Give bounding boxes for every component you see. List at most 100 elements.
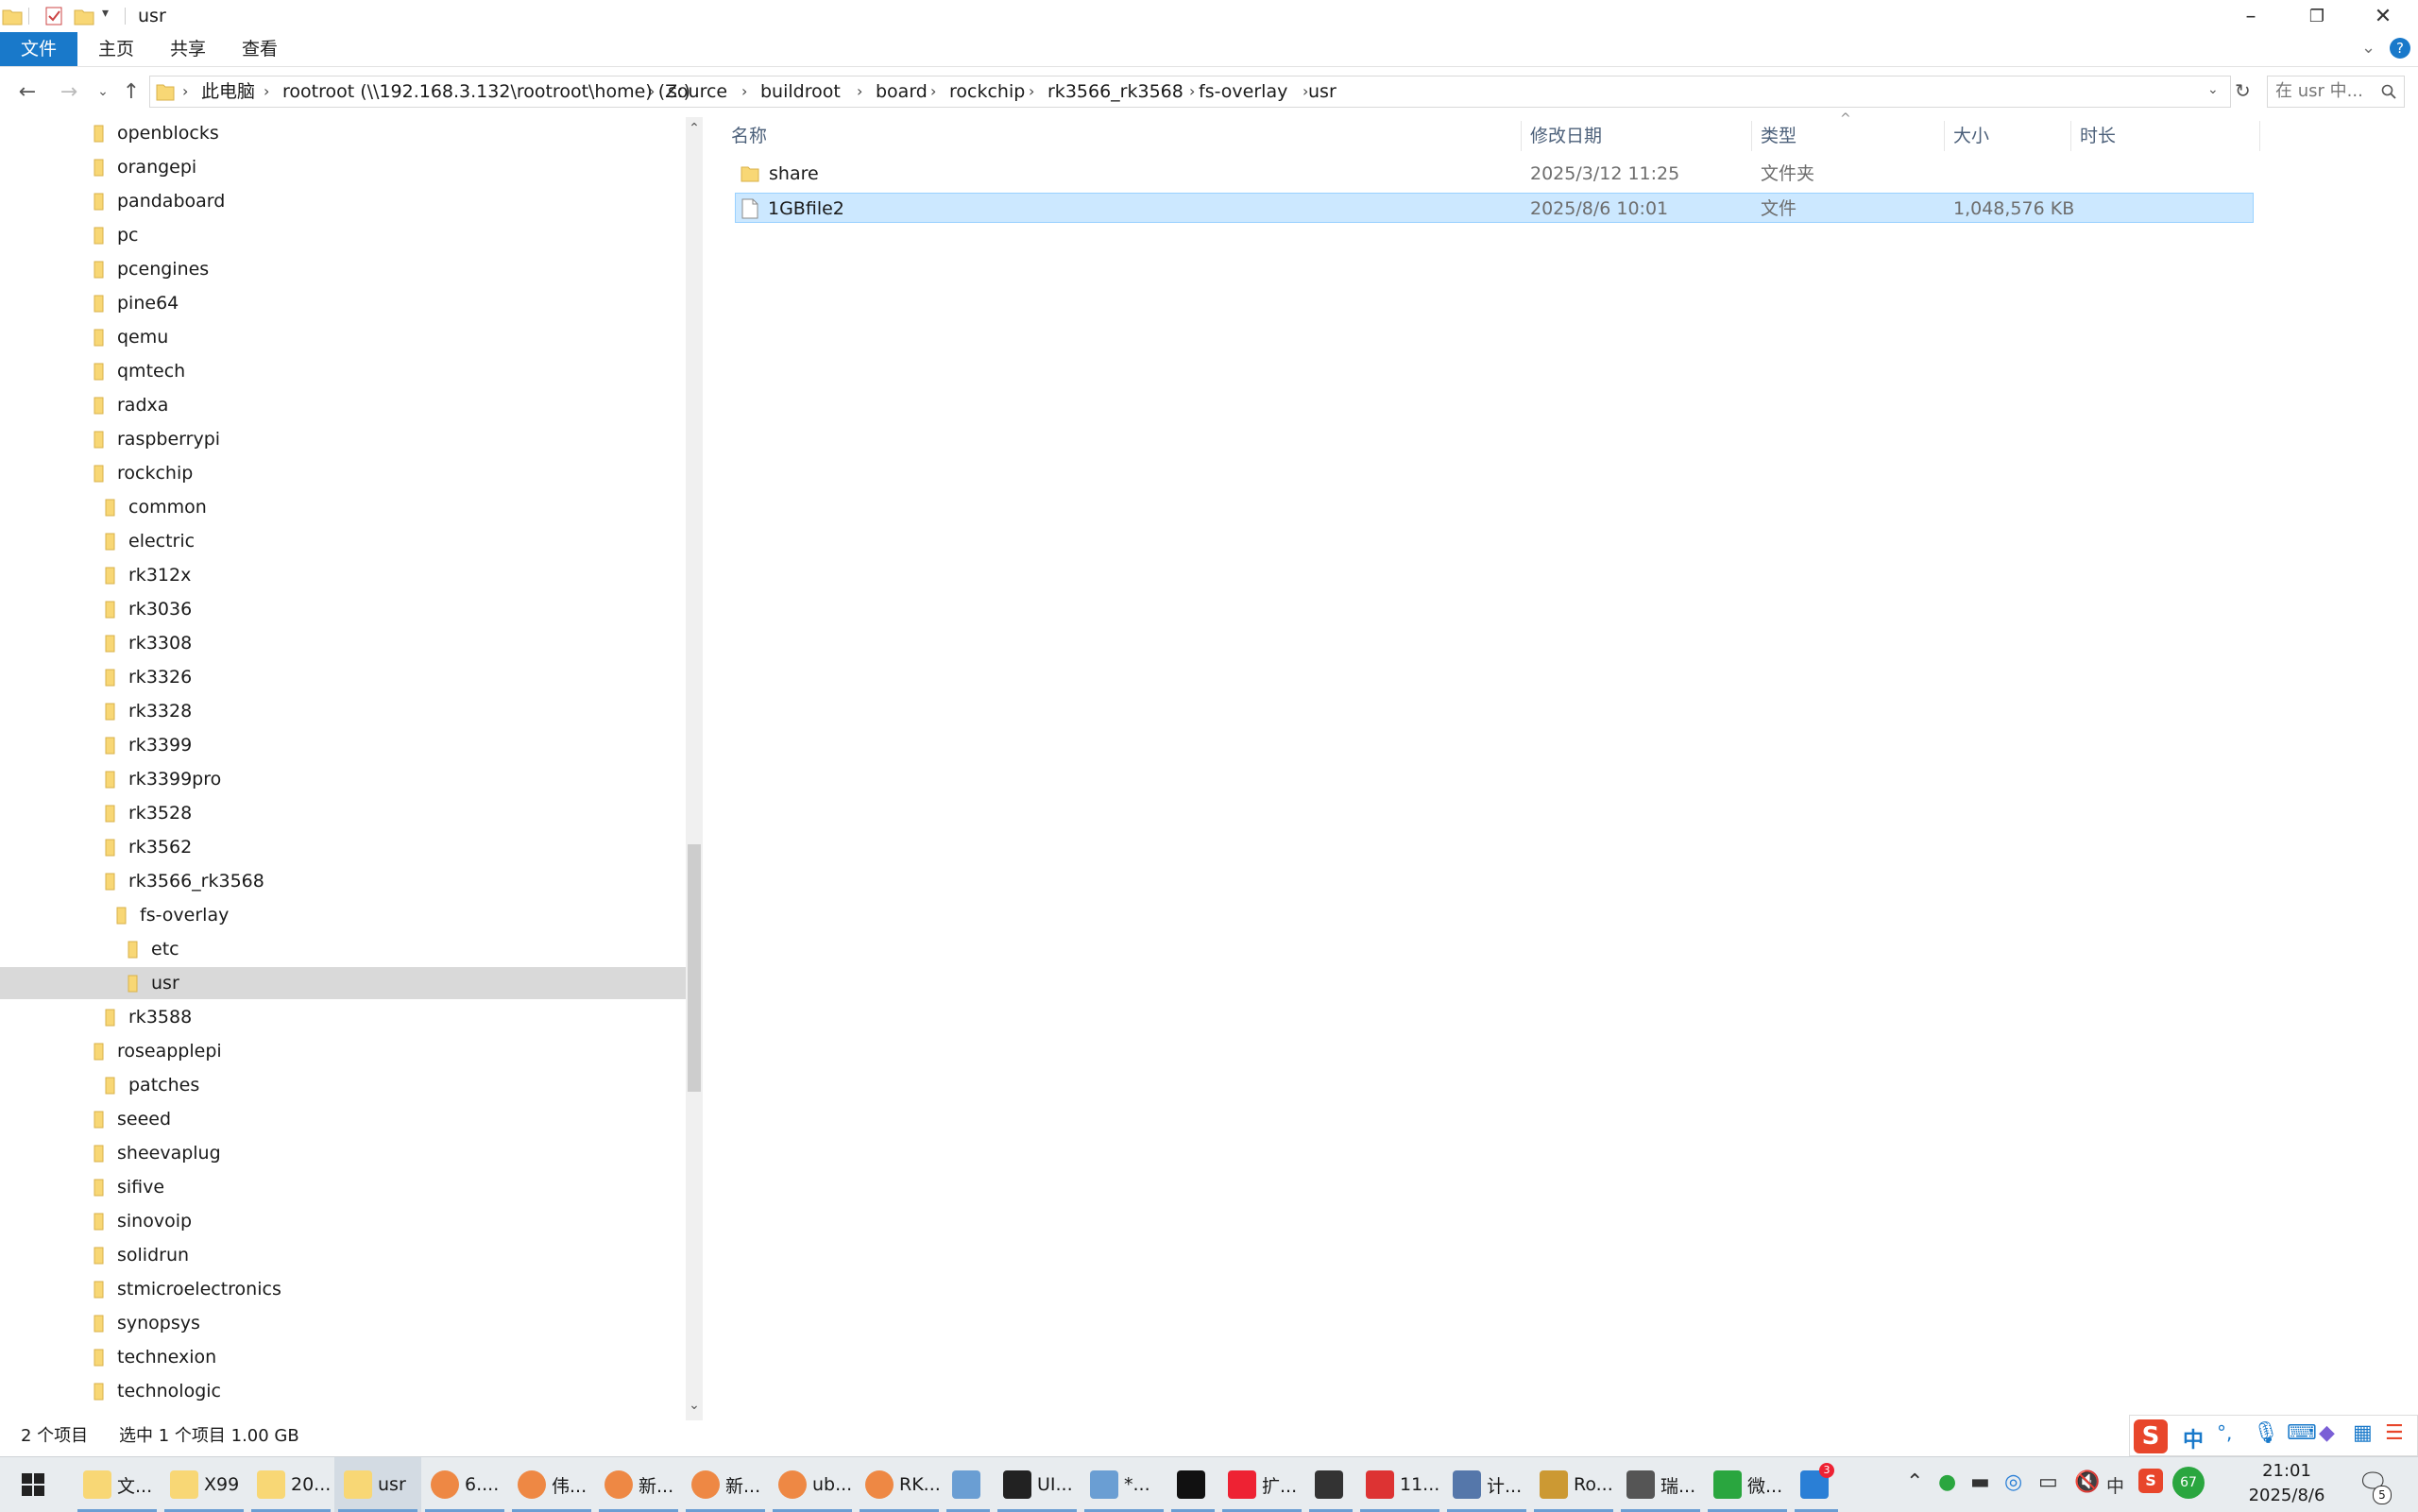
input-language-icon[interactable]: 中 [2106,1472,2124,1498]
usb-icon[interactable]: ▬ [1970,1470,1990,1494]
nav-tree-item[interactable]: orangepi [0,151,686,183]
scrollbar-thumb[interactable] [688,844,701,1092]
nav-tree-item[interactable]: rk3528 [0,797,686,829]
nav-tree-item[interactable]: rk3399 [0,729,686,761]
properties-icon[interactable] [43,6,64,26]
tab-view[interactable]: 查看 [230,32,289,66]
taskbar-app-18[interactable]: Ro... [1530,1457,1617,1512]
network-icon[interactable]: ▭ [2038,1470,2058,1494]
column-header-type[interactable]: 类型 [1753,117,1950,155]
column-header-name[interactable]: 名称 [724,117,1515,155]
ime-mode[interactable]: 中 [2183,1423,2204,1453]
nav-tree-item[interactable]: pine64 [0,287,686,319]
search-icon[interactable] [2381,84,2396,99]
sogou-logo-icon[interactable]: S [2134,1419,2168,1453]
nav-tree-item[interactable]: raspberrypi [0,423,686,455]
taskbar-app-17[interactable]: 计... [1443,1457,1530,1512]
up-button[interactable]: ↑ [117,77,145,106]
nav-tree-item[interactable]: sheevaplug [0,1137,686,1169]
column-header-size[interactable]: 大小 [1946,117,2076,155]
taskbar-app-1[interactable]: X99 [161,1457,247,1512]
address-bar[interactable]: › 此电脑 › rootroot (\\192.168.3.132\rootro… [149,76,2231,108]
scroll-down-icon[interactable]: ⌄ [686,1398,703,1417]
taskbar-app-21[interactable]: 3 [1791,1457,1842,1512]
file-row-1gbfile2[interactable]: 1GBfile2 2025/8/6 10:01 文件 1,048,576 KB [735,193,2254,223]
taskbar-app-15[interactable] [1305,1457,1356,1512]
nav-tree-item[interactable]: seeed [0,1103,686,1135]
nav-tree-item[interactable]: rk3588 [0,1001,686,1033]
close-button[interactable]: ✕ [2350,0,2416,32]
forward-button[interactable]: → [55,77,83,106]
nav-tree-item[interactable]: rk312x [0,559,686,591]
nav-tree-item[interactable]: pc [0,219,686,251]
nav-tree-item[interactable]: fs-overlay [0,899,686,931]
nav-tree-item[interactable]: rk3566_rk3568 [0,865,686,897]
nav-tree-item[interactable]: rk3308 [0,627,686,659]
scroll-up-icon[interactable]: ⌃ [686,121,703,140]
taskbar-app-5[interactable]: 伟... [508,1457,595,1512]
taskbar-app-16[interactable]: 11... [1356,1457,1443,1512]
taskbar-app-12[interactable]: *... [1081,1457,1167,1512]
microphone-icon[interactable]: 🎙 [2253,1421,2279,1445]
nav-tree-item[interactable]: usr [0,967,686,999]
taskbar-app-13[interactable] [1167,1457,1218,1512]
column-divider[interactable] [2070,121,2071,151]
column-divider[interactable] [2259,121,2260,151]
nav-tree-item[interactable]: qmtech [0,355,686,387]
keyboard-icon[interactable]: ⌨ [2287,1421,2317,1445]
back-button[interactable]: ← [13,77,42,106]
breadcrumb-source[interactable]: source [668,76,727,107]
nav-tree-item[interactable]: stmicroelectronics [0,1273,686,1305]
taskbar-app-3[interactable]: usr [334,1457,421,1512]
file-list[interactable]: 名称 修改日期 类型 ^ 大小 时长 share 2025/3/12 11:25… [724,111,2418,1420]
refresh-icon[interactable]: ↻ [2235,79,2251,102]
taskbar-app-2[interactable]: 20... [247,1457,334,1512]
taskbar-app-4[interactable]: 6.... [421,1457,508,1512]
taskbar-app-14[interactable]: 扩... [1218,1457,1305,1512]
nav-tree-item[interactable]: technexion [0,1341,686,1373]
breadcrumb-rk3566-rk3568[interactable]: rk3566_rk3568 [1047,76,1183,107]
nav-tree-item[interactable]: sifive [0,1171,686,1203]
column-header-duration[interactable]: 时长 [2072,117,2250,155]
nav-tree-item[interactable]: pcengines [0,253,686,285]
nav-tree-item[interactable]: rk3399pro [0,763,686,795]
breadcrumb-rockchip[interactable]: rockchip [949,76,1025,107]
recent-locations-button[interactable]: ⌄ [89,77,117,106]
column-divider[interactable] [1751,121,1752,151]
file-row-share[interactable]: share 2025/3/12 11:25 文件夹 [735,159,2254,189]
toolbox-icon[interactable]: ▦ [2353,1421,2373,1445]
nav-tree-item[interactable]: synopsys [0,1307,686,1339]
breadcrumb-usr[interactable]: usr [1308,76,1337,107]
volume-muted-icon[interactable]: 🔇 [2074,1470,2100,1494]
breadcrumb-fs-overlay[interactable]: fs-overlay [1199,76,1287,107]
taskbar-app-9[interactable]: RK... [856,1457,943,1512]
nav-tree-item[interactable]: rockchip [0,457,686,489]
breadcrumb-network-drive[interactable]: rootroot (\\192.168.3.132\rootroot\home)… [282,76,690,107]
address-dropdown-icon[interactable]: ⌄ [2207,82,2219,97]
taskbar-app-10[interactable] [943,1457,994,1512]
navigation-pane[interactable]: openblocks orangepi pandaboard pc pcengines p… [0,117,703,1420]
ime-toolbar[interactable]: S 中 °, 🎙 ⌨ ◆ ▦ ☰ [2129,1415,2418,1456]
sync-icon[interactable]: ◎ [2004,1470,2022,1494]
nav-tree-item[interactable]: rk3326 [0,661,686,693]
column-header-modified[interactable]: 修改日期 [1523,117,1757,155]
nav-tree-item[interactable]: technologic [0,1375,686,1407]
sogou-tray-icon[interactable]: S [2138,1469,2163,1493]
nav-tree-item[interactable]: common [0,491,686,523]
new-folder-icon[interactable] [74,6,94,26]
show-hidden-icons-icon[interactable]: ⌃ [1906,1470,1923,1494]
nav-pane-scrollbar[interactable]: ⌃ ⌄ [686,117,703,1420]
search-input[interactable]: 在 usr 中... [2267,76,2405,108]
column-divider[interactable] [1944,121,1945,151]
nav-tree-item[interactable]: solidrun [0,1239,686,1271]
help-icon[interactable]: ? [2390,38,2410,59]
taskbar-app-0[interactable]: 文... [74,1457,161,1512]
nav-tree-item[interactable]: rk3562 [0,831,686,863]
nav-tree-item[interactable]: qemu [0,321,686,353]
quick-access-dropdown-icon[interactable]: ▾ [102,6,109,21]
taskbar-app-20[interactable]: 微... [1704,1457,1791,1512]
tab-home[interactable]: 主页 [87,32,145,66]
ime-menu-icon[interactable]: ☰ [2385,1421,2404,1445]
taskbar-app-19[interactable]: 瑞... [1617,1457,1704,1512]
breadcrumb-board[interactable]: board [876,76,928,107]
